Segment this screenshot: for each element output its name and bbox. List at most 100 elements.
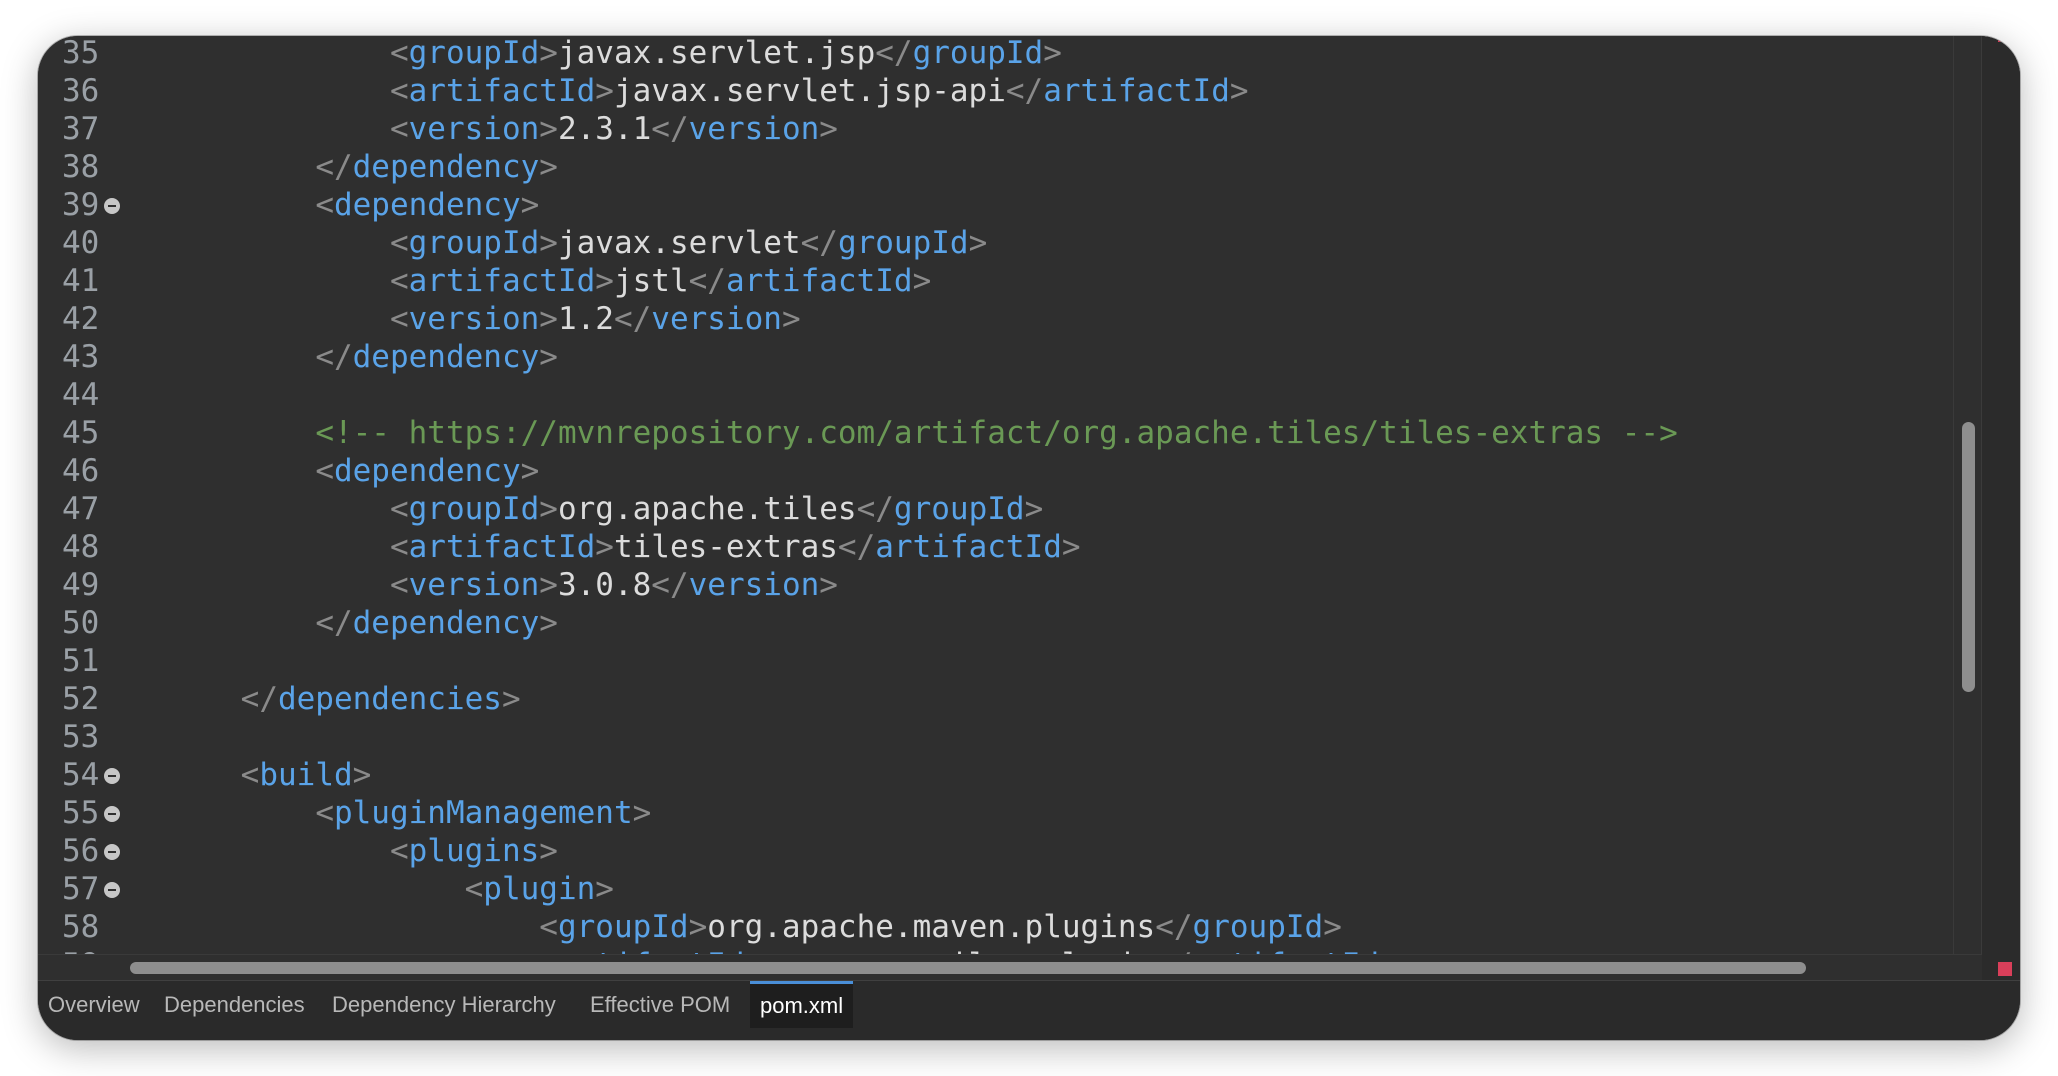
tag-bracket: < bbox=[240, 757, 260, 793]
collapse-icon[interactable] bbox=[104, 198, 120, 214]
tag-bracket: > bbox=[1024, 491, 1044, 527]
horizontal-scrollbar-thumb[interactable] bbox=[130, 962, 1806, 974]
tag-name: version bbox=[688, 111, 820, 147]
code-line[interactable]: 49 <version>3.0.8</version> bbox=[38, 566, 1968, 604]
tag-bracket: > bbox=[632, 795, 652, 831]
code-line[interactable]: 44 bbox=[38, 376, 1968, 414]
code-line[interactable]: 55 <pluginManagement> bbox=[38, 794, 1968, 832]
tag-name: groupId bbox=[408, 225, 540, 261]
horizontal-scrollbar[interactable] bbox=[38, 954, 1982, 981]
code-line[interactable]: 39 <dependency> bbox=[38, 186, 1968, 224]
code-line[interactable]: 38 </dependency> bbox=[38, 148, 1968, 186]
code-line[interactable]: 45 <!-- https://mvnrepository.com/artifa… bbox=[38, 414, 1968, 452]
line-number: 41 bbox=[62, 263, 100, 299]
code-line[interactable]: 43 </dependency> bbox=[38, 338, 1968, 376]
line-number: 35 bbox=[62, 36, 100, 71]
line-code: <plugins> bbox=[166, 832, 558, 870]
code-line[interactable]: 53 bbox=[38, 718, 1968, 756]
line-code: </dependency> bbox=[166, 338, 558, 376]
editor-window: 35 <groupId>javax.servlet.jsp</groupId> 3… bbox=[38, 36, 2020, 1040]
tag-bracket: > bbox=[539, 36, 558, 71]
tab-overview[interactable]: Overview bbox=[48, 983, 140, 1027]
code-line[interactable]: 52 </dependencies> bbox=[38, 680, 1968, 718]
tag-name: artifactId bbox=[408, 263, 596, 299]
text-content: tiles-extras bbox=[613, 529, 838, 565]
code-line[interactable]: 35 <groupId>javax.servlet.jsp</groupId> bbox=[38, 36, 1968, 72]
code-line[interactable]: 54 <build> bbox=[38, 756, 1968, 794]
tag-name: build bbox=[259, 757, 353, 793]
error-marker[interactable] bbox=[1998, 36, 2012, 42]
code-line[interactable]: 40 <groupId>javax.servlet</groupId> bbox=[38, 224, 1968, 262]
editor-tab-bar: Overview Dependencies Dependency Hierarc… bbox=[38, 980, 2020, 1040]
tag-bracket: </ bbox=[856, 491, 894, 527]
tag-name: version bbox=[408, 111, 540, 147]
code-line[interactable]: 46 <dependency> bbox=[38, 452, 1968, 490]
tag-bracket: > bbox=[539, 491, 558, 527]
tag-name: dependencies bbox=[277, 681, 502, 717]
collapse-icon[interactable] bbox=[104, 768, 120, 784]
tag-bracket: < bbox=[389, 225, 409, 261]
error-summary-marker[interactable] bbox=[1998, 962, 2012, 976]
tag-bracket: > bbox=[968, 225, 988, 261]
line-number: 52 bbox=[62, 681, 100, 717]
tag-name: artifactId bbox=[408, 73, 596, 109]
tag-name: groupId bbox=[1192, 909, 1324, 945]
code-line[interactable]: 56 <plugins> bbox=[38, 832, 1968, 870]
tag-bracket: < bbox=[389, 111, 409, 147]
collapse-icon[interactable] bbox=[104, 882, 120, 898]
line-number: 36 bbox=[62, 73, 100, 109]
code-editor[interactable]: 35 <groupId>javax.servlet.jsp</groupId> 3… bbox=[38, 36, 2020, 954]
text-content: 3.0.8 bbox=[557, 567, 652, 603]
code-line[interactable]: 47 <groupId>org.apache.tiles</groupId> bbox=[38, 490, 1968, 528]
code-line[interactable]: 41 <artifactId>jstl</artifactId> bbox=[38, 262, 1968, 300]
tab-effective-pom[interactable]: Effective POM bbox=[590, 983, 730, 1027]
line-number: 59 bbox=[62, 946, 142, 954]
vertical-scrollbar[interactable] bbox=[1953, 36, 1982, 954]
tag-name: groupId bbox=[557, 909, 689, 945]
tag-bracket: < bbox=[389, 833, 409, 869]
code-line[interactable]: 36 <artifactId>javax.servlet.jsp-api</ar… bbox=[38, 72, 1968, 110]
vertical-scrollbar-thumb[interactable] bbox=[1962, 422, 1975, 692]
code-line[interactable]: 37 <version>2.3.1</version> bbox=[38, 110, 1968, 148]
tab-pom-xml[interactable]: pom.xml bbox=[750, 981, 854, 1028]
text-content: org.apache.tiles bbox=[557, 491, 857, 527]
tag-name: dependency bbox=[352, 605, 540, 641]
code-line[interactable]: 59 <artifactId>maven-compiler-plugin</ar… bbox=[38, 946, 1968, 954]
code-line[interactable]: 57 <plugin> bbox=[38, 870, 1968, 908]
line-number: 38 bbox=[62, 149, 100, 185]
code-line[interactable]: 48 <artifactId>tiles-extras</artifactId> bbox=[38, 528, 1968, 566]
collapse-icon[interactable] bbox=[104, 806, 120, 822]
tag-name: artifactId bbox=[408, 529, 596, 565]
tag-name: artifactId bbox=[1043, 73, 1230, 109]
line-code: <artifactId>jstl</artifactId> bbox=[166, 262, 931, 300]
tag-bracket: </ bbox=[1155, 947, 1192, 954]
overview-ruler[interactable] bbox=[1981, 36, 2020, 954]
code-line[interactable]: 58 <groupId>org.apache.maven.plugins</gr… bbox=[38, 908, 1968, 946]
text-content: javax.servlet bbox=[557, 225, 801, 261]
text-content: 2.3.1 bbox=[557, 111, 652, 147]
tag-name: version bbox=[408, 567, 540, 603]
tab-dependencies[interactable]: Dependencies bbox=[164, 983, 305, 1027]
code-line[interactable]: 51 bbox=[38, 642, 1968, 680]
tag-bracket: </ bbox=[651, 111, 689, 147]
tag-name: groupId bbox=[408, 36, 540, 71]
tag-bracket: </ bbox=[315, 149, 353, 185]
text-content: 1.2 bbox=[557, 301, 614, 337]
tag-bracket: </ bbox=[315, 339, 353, 375]
code-line[interactable]: 42 <version>1.2</version> bbox=[38, 300, 1968, 338]
code-line[interactable]: 50 </dependency> bbox=[38, 604, 1968, 642]
tag-bracket: < bbox=[464, 871, 484, 907]
tag-bracket: > bbox=[1061, 529, 1081, 565]
tab-dependency-hierarchy[interactable]: Dependency Hierarchy bbox=[332, 983, 556, 1027]
tag-name: groupId bbox=[408, 491, 540, 527]
collapse-icon[interactable] bbox=[104, 844, 120, 860]
